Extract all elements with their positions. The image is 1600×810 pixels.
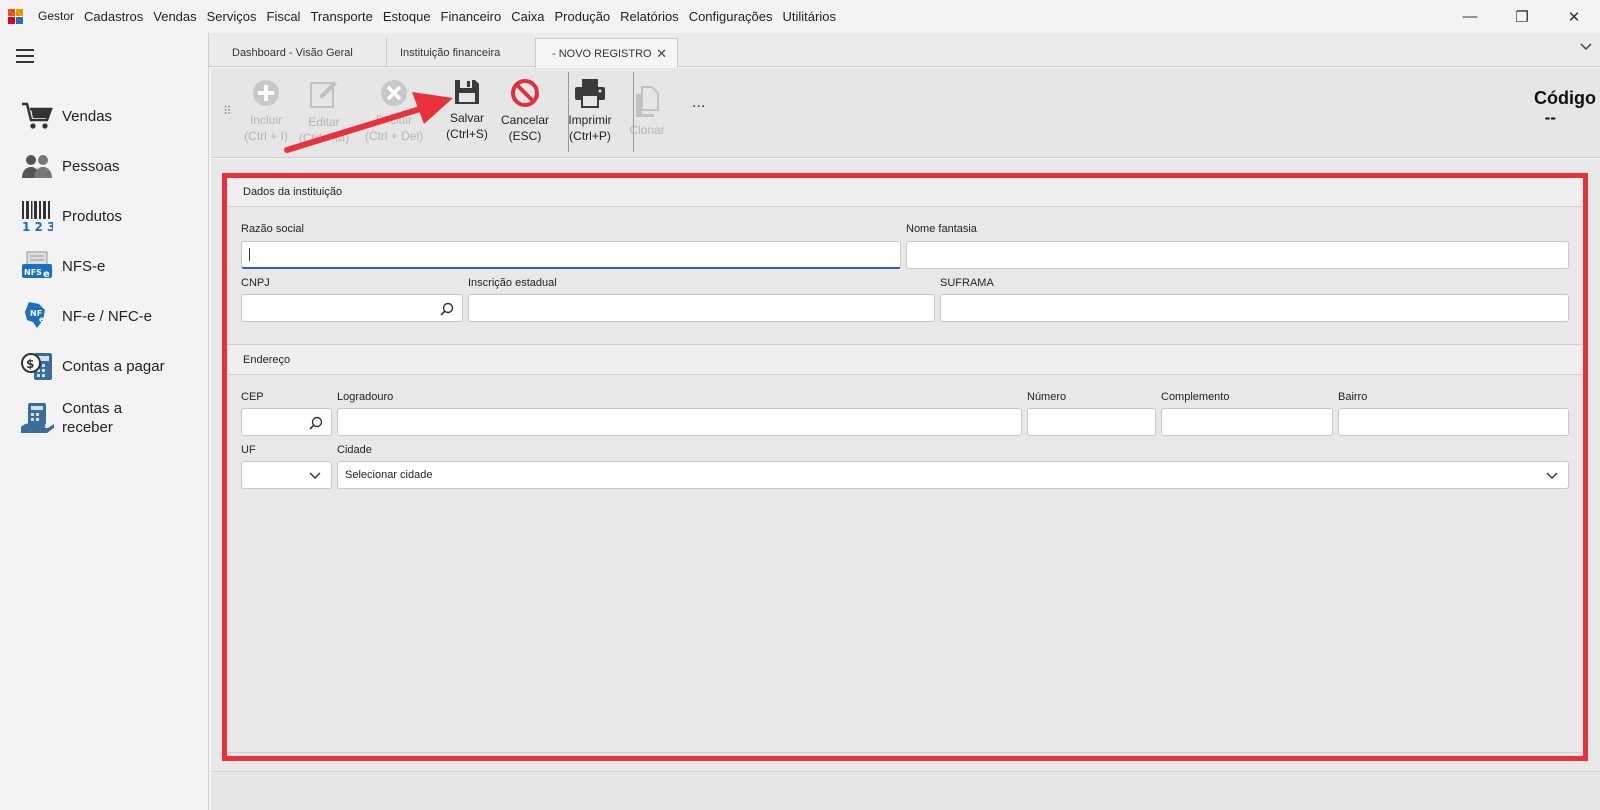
excluir-shortcut: (Ctrl + Del) xyxy=(364,129,424,143)
menu-caixa[interactable]: Caixa xyxy=(506,9,549,24)
sidebar: Vendas Pessoas 1 2 3 Produtos NFS e NFS-e… xyxy=(0,33,209,810)
shopping-cart-icon xyxy=(20,99,54,133)
close-tab-icon[interactable]: ✕ xyxy=(656,46,667,62)
minimize-button[interactable]: — xyxy=(1444,0,1496,33)
sidebar-item-pessoas[interactable]: Pessoas xyxy=(20,141,200,191)
clonar-button[interactable]: Clonar xyxy=(614,86,680,138)
app-logo-icon xyxy=(8,8,24,25)
more-options-button[interactable]: ... xyxy=(692,94,705,112)
menu-fiscal[interactable]: Fiscal xyxy=(262,9,306,24)
sidebar-item-label: Vendas xyxy=(62,107,113,125)
svg-text:e: e xyxy=(43,269,50,280)
sidebar-item-produtos[interactable]: 1 2 3 Produtos xyxy=(20,191,200,241)
delete-circle-icon xyxy=(381,80,407,106)
salvar-button[interactable]: Salvar (Ctrl+S) xyxy=(434,78,500,142)
menu-utilitarios[interactable]: Utilitários xyxy=(778,9,841,24)
highlight-box xyxy=(222,173,1588,761)
tab-instituicao-financeira[interactable]: Instituição financeira xyxy=(388,38,529,67)
chevron-down-icon[interactable] xyxy=(1580,40,1592,54)
close-window-button[interactable]: ✕ xyxy=(1548,0,1600,33)
sidebar-item-contas-receber[interactable]: Contas a receber xyxy=(20,391,200,445)
cancelar-button[interactable]: Cancelar (ESC) xyxy=(492,78,558,144)
sidebar-item-label: Produtos xyxy=(62,207,123,225)
menu-financeiro[interactable]: Financeiro xyxy=(436,9,507,24)
menu-estoque[interactable]: Estoque xyxy=(378,9,436,24)
tab-novo-registro[interactable]: - NOVO REGISTRO ✕ xyxy=(535,38,678,68)
excluir-button[interactable]: Excluir (Ctrl + Del) xyxy=(361,78,427,144)
sidebar-item-label: NFS-e xyxy=(62,257,106,275)
tab-label: Dashboard - Visão Geral xyxy=(232,46,353,59)
plus-circle-icon xyxy=(253,80,279,106)
cancelar-label: Cancelar xyxy=(500,113,550,127)
svg-text:NFS: NFS xyxy=(24,268,42,277)
incluir-button[interactable]: Incluir (Ctrl + I) xyxy=(233,78,299,144)
sidebar-item-label: NF-e / NFC-e xyxy=(62,307,152,325)
svg-text:e: e xyxy=(39,315,45,324)
sidebar-item-nfe[interactable]: NF e NF-e / NFC-e xyxy=(20,291,200,341)
editar-shortcut: (Ctrl + M) xyxy=(298,131,350,145)
menu-gestor[interactable]: Gestor xyxy=(33,9,79,24)
menu-configuracoes[interactable]: Configurações xyxy=(684,9,778,24)
sidebar-item-vendas[interactable]: Vendas xyxy=(20,91,200,141)
contas-receber-icon xyxy=(20,401,54,435)
salvar-label: Salvar xyxy=(449,111,484,125)
svg-text:$: $ xyxy=(26,357,34,371)
editar-button[interactable]: Editar (Ctrl + M) xyxy=(291,78,357,146)
nfse-icon: NFS e xyxy=(20,249,54,283)
sidebar-item-label: Contas a pagar xyxy=(62,357,165,375)
editar-label: Editar xyxy=(308,115,340,129)
menu-vendas[interactable]: Vendas xyxy=(148,9,201,24)
sidebar-item-nfse[interactable]: NFS e NFS-e xyxy=(20,241,200,291)
tab-strip: Dashboard - Visão Geral Instituição fina… xyxy=(209,33,1600,68)
clone-icon xyxy=(636,86,659,117)
tab-label: - NOVO REGISTRO xyxy=(552,47,652,60)
codigo-label: Código xyxy=(1534,88,1596,108)
excluir-label: Excluir xyxy=(375,113,412,127)
printer-icon xyxy=(575,79,605,108)
tab-label: Instituição financeira xyxy=(400,46,501,59)
menu-relatorios[interactable]: Relatórios xyxy=(615,9,684,24)
grip-handle-icon[interactable]: ⠿ xyxy=(223,104,232,118)
codigo-value: -- xyxy=(1544,108,1556,127)
menu-producao[interactable]: Produção xyxy=(550,9,616,24)
menu-servicos[interactable]: Serviços xyxy=(202,9,262,24)
incluir-shortcut: (Ctrl + I) xyxy=(244,129,288,143)
clonar-label: Clonar xyxy=(629,123,665,137)
cancel-icon xyxy=(511,79,539,107)
salvar-shortcut: (Ctrl+S) xyxy=(446,127,488,141)
sidebar-item-label: Contas a receber xyxy=(62,400,123,436)
contas-pagar-icon: $ xyxy=(20,349,54,383)
menu-transporte[interactable]: Transporte xyxy=(305,9,377,24)
svg-text:1 2 3: 1 2 3 xyxy=(22,220,53,232)
menu-cadastros[interactable]: Cadastros xyxy=(79,9,148,24)
sidebar-item-label: Pessoas xyxy=(62,157,120,175)
nfe-icon: NF e xyxy=(20,299,54,333)
restore-button[interactable]: ❐ xyxy=(1496,0,1548,33)
tab-dashboard[interactable]: Dashboard - Visão Geral xyxy=(209,38,387,67)
menu-bar: Gestor Cadastros Vendas Serviços Fiscal … xyxy=(0,0,1600,33)
edit-icon xyxy=(310,81,337,108)
incluir-label: Incluir xyxy=(249,113,282,127)
status-bar xyxy=(211,771,1600,810)
hamburger-menu-icon[interactable] xyxy=(16,49,34,63)
cancelar-shortcut: (ESC) xyxy=(508,129,542,143)
save-icon xyxy=(455,80,479,104)
sidebar-item-contas-pagar[interactable]: $ Contas a pagar xyxy=(20,341,200,391)
barcode-icon: 1 2 3 xyxy=(20,199,54,233)
toolbar: ⠿ Incluir (Ctrl + I) Editar (Ctrl + M) E… xyxy=(211,68,1600,158)
people-icon xyxy=(20,149,54,183)
